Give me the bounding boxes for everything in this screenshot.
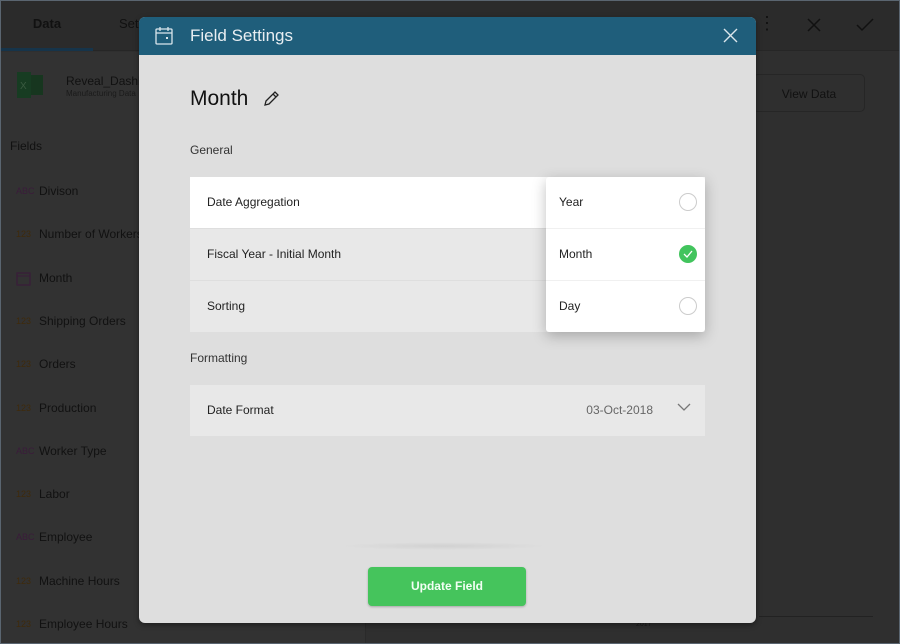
- field-label: Employee: [39, 530, 93, 545]
- number-type-icon: 123: [16, 575, 32, 586]
- update-field-button[interactable]: Update Field: [368, 567, 526, 606]
- datasource-subtitle: Manufacturing Data: [66, 89, 136, 98]
- aggregation-dropdown: Year Month Day: [546, 177, 705, 332]
- number-type-icon: 123: [16, 489, 32, 500]
- field-item[interactable]: 123 Employee Hours: [16, 617, 128, 631]
- view-data-button[interactable]: View Data: [753, 74, 865, 112]
- row-label: Fiscal Year - Initial Month: [207, 247, 342, 261]
- field-label: Divison: [39, 184, 79, 198]
- dialog-title: Field Settings: [190, 26, 293, 45]
- excel-icon: X: [17, 72, 43, 98]
- number-type-icon: 123: [16, 359, 32, 370]
- fields-heading: Fields: [10, 139, 43, 153]
- field-item[interactable]: 123 Shipping Orders: [16, 314, 126, 328]
- field-item[interactable]: Month: [16, 271, 72, 286]
- date-format-row[interactable]: Date Format 03-Oct-2018: [190, 385, 705, 436]
- number-type-icon: 123: [16, 229, 32, 240]
- field-settings-dialog: Field Settings Month General Date Aggreg…: [139, 17, 756, 623]
- calendar-icon: [16, 271, 31, 286]
- dialog-header: Field Settings: [139, 17, 756, 55]
- field-name: Month: [190, 87, 249, 110]
- field-label: Production: [39, 400, 97, 415]
- option-year[interactable]: Year: [546, 177, 705, 229]
- field-label: Shipping Orders: [39, 313, 126, 328]
- field-label: Orders: [39, 357, 76, 372]
- row-label: Date Aggregation: [207, 195, 300, 209]
- edit-pencil-icon[interactable]: [262, 90, 280, 108]
- close-dialog-icon[interactable]: [723, 28, 738, 43]
- chevron-down-icon[interactable]: [677, 403, 691, 412]
- number-type-icon: 123: [16, 402, 32, 413]
- divider: [339, 542, 549, 550]
- chart-axis-line: [759, 616, 873, 617]
- option-month[interactable]: Month: [546, 229, 705, 281]
- radio-checked-icon[interactable]: [679, 245, 697, 263]
- calendar-icon: [155, 27, 173, 45]
- field-item[interactable]: 123 Machine Hours: [16, 574, 120, 588]
- field-label: Machine Hours: [39, 573, 120, 588]
- general-heading: General: [190, 143, 233, 157]
- option-day[interactable]: Day: [546, 281, 705, 333]
- field-item[interactable]: 123 Orders: [16, 357, 76, 371]
- field-label: Month: [39, 271, 73, 286]
- row-label: Sorting: [207, 299, 246, 313]
- more-vertical-icon[interactable]: ⋮: [758, 13, 776, 34]
- radio-unchecked-icon[interactable]: [679, 193, 697, 211]
- number-type-icon: 123: [16, 315, 32, 326]
- field-item[interactable]: 123 Production: [16, 401, 96, 415]
- field-item[interactable]: 123 Labor: [16, 487, 70, 501]
- text-type-icon: ABC: [16, 445, 35, 456]
- option-label: Month: [559, 247, 593, 261]
- radio-unchecked-icon[interactable]: [679, 297, 697, 315]
- option-label: Day: [559, 299, 581, 313]
- svg-text:X: X: [20, 81, 27, 92]
- number-type-icon: 123: [16, 619, 32, 629]
- check-icon[interactable]: [856, 18, 874, 32]
- option-label: Year: [559, 195, 584, 209]
- field-item[interactable]: 123 Number of Workers: [16, 227, 143, 241]
- field-label: Labor: [39, 487, 70, 502]
- field-label: Employee Hours: [39, 617, 128, 631]
- field-item[interactable]: ABC Divison: [16, 184, 78, 198]
- text-type-icon: ABC: [16, 532, 35, 543]
- close-icon[interactable]: [807, 18, 821, 32]
- field-label: Worker Type: [39, 443, 107, 458]
- field-item[interactable]: ABC Employee: [16, 530, 92, 544]
- row-label: Date Format: [207, 403, 274, 417]
- tab-data[interactable]: Data: [1, 1, 93, 51]
- date-format-value: 03-Oct-2018: [586, 403, 653, 417]
- text-type-icon: ABC: [16, 186, 35, 196]
- field-label: Number of Workers: [39, 227, 143, 242]
- formatting-heading: Formatting: [190, 351, 248, 365]
- field-item[interactable]: ABC Worker Type: [16, 444, 107, 458]
